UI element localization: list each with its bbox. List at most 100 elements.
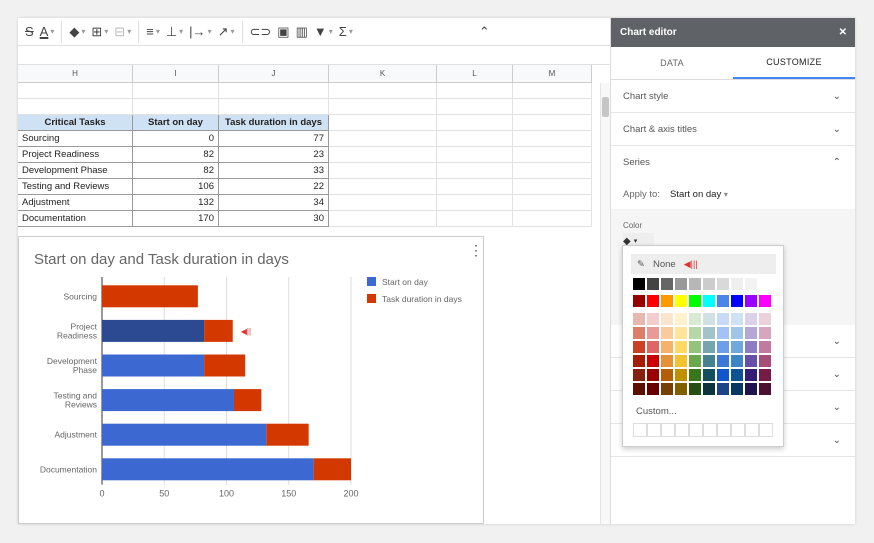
custom-color-slot[interactable] <box>717 423 731 437</box>
color-swatch[interactable] <box>731 295 743 307</box>
color-swatch[interactable] <box>745 313 757 325</box>
color-swatch[interactable] <box>647 383 659 395</box>
section-chart-style[interactable]: Chart style ⌄ <box>611 80 855 113</box>
color-swatch[interactable] <box>703 355 715 367</box>
color-swatch[interactable] <box>745 383 757 395</box>
table-cell[interactable] <box>513 131 592 147</box>
color-swatch[interactable] <box>759 369 771 381</box>
filter-icon[interactable]: ▼ ▾ <box>311 22 336 42</box>
bar-task-duration-in-days[interactable] <box>204 354 246 377</box>
formula-bar[interactable] <box>18 46 610 65</box>
horizontal-align-icon[interactable]: ≡ ▾ <box>143 22 163 42</box>
table-cell[interactable] <box>437 147 513 163</box>
table-cell[interactable] <box>133 99 219 115</box>
borders-icon[interactable]: ⊞ ▾ <box>88 22 111 42</box>
color-swatch[interactable] <box>759 383 771 395</box>
color-swatch[interactable] <box>689 327 701 339</box>
color-swatch[interactable] <box>745 327 757 339</box>
table-header-cell[interactable]: Critical Tasks <box>18 115 133 131</box>
none-color-option[interactable]: ✎ None ◀||| <box>631 254 776 274</box>
table-cell[interactable]: 170 <box>133 211 219 227</box>
custom-color-link[interactable]: Custom... <box>636 406 677 417</box>
color-swatch[interactable] <box>633 313 645 325</box>
color-swatch[interactable] <box>675 383 687 395</box>
tab-customize[interactable]: CUSTOMIZE <box>733 47 855 79</box>
color-swatch[interactable] <box>731 313 743 325</box>
table-cell[interactable]: Adjustment <box>18 195 133 211</box>
color-swatch[interactable] <box>717 355 729 367</box>
table-cell[interactable] <box>513 163 592 179</box>
table-cell[interactable]: 77 <box>219 131 329 147</box>
custom-color-slot[interactable] <box>661 423 675 437</box>
color-swatch[interactable] <box>633 295 645 307</box>
color-swatch[interactable] <box>633 327 645 339</box>
table-cell[interactable] <box>437 179 513 195</box>
color-swatch[interactable] <box>703 278 715 290</box>
text-color-icon[interactable]: A ▾ <box>37 22 58 42</box>
color-swatch[interactable] <box>717 383 729 395</box>
bar-start-on-day[interactable] <box>102 389 234 412</box>
color-swatch[interactable] <box>731 327 743 339</box>
table-cell[interactable] <box>437 99 513 115</box>
color-swatch[interactable] <box>759 355 771 367</box>
table-cell[interactable] <box>329 99 437 115</box>
comment-icon[interactable]: ▣ <box>274 22 292 42</box>
color-swatch[interactable] <box>745 278 757 290</box>
table-cell[interactable]: 0 <box>133 131 219 147</box>
table-cell[interactable] <box>513 83 592 99</box>
table-cell[interactable] <box>219 83 329 99</box>
color-swatch[interactable] <box>689 383 701 395</box>
bar-task-duration-in-days[interactable] <box>102 285 198 308</box>
color-swatch[interactable] <box>745 369 757 381</box>
strikethrough-icon[interactable]: S <box>22 22 37 42</box>
color-swatch[interactable] <box>759 327 771 339</box>
bar-start-on-day[interactable] <box>102 458 314 481</box>
color-swatch[interactable] <box>717 295 729 307</box>
custom-color-slot[interactable] <box>703 423 717 437</box>
color-swatch[interactable] <box>647 355 659 367</box>
table-cell[interactable] <box>513 211 592 227</box>
color-swatch[interactable] <box>647 369 659 381</box>
table-cell[interactable] <box>437 163 513 179</box>
merge-cells-icon[interactable]: ⊟ ▾ <box>111 22 134 42</box>
color-swatch[interactable] <box>703 341 715 353</box>
column-header-J[interactable]: J <box>219 65 329 83</box>
custom-color-slot[interactable] <box>731 423 745 437</box>
table-cell[interactable]: 33 <box>219 163 329 179</box>
custom-color-slot[interactable] <box>675 423 689 437</box>
color-swatch[interactable] <box>717 313 729 325</box>
close-icon[interactable]: ✕ <box>839 27 847 38</box>
table-cell[interactable]: 22 <box>219 179 329 195</box>
chart-icon[interactable]: ▥ <box>293 22 311 42</box>
color-swatch[interactable] <box>661 341 673 353</box>
color-swatch[interactable] <box>633 369 645 381</box>
table-header-cell[interactable]: Task duration in days <box>219 115 329 131</box>
color-swatch[interactable] <box>647 278 659 290</box>
color-swatch[interactable] <box>661 369 673 381</box>
color-swatch[interactable] <box>731 383 743 395</box>
color-swatch[interactable] <box>745 341 757 353</box>
color-swatch[interactable] <box>703 383 715 395</box>
column-header-M[interactable]: M <box>513 65 592 83</box>
table-cell[interactable]: Testing and Reviews <box>18 179 133 195</box>
color-swatch[interactable] <box>689 313 701 325</box>
custom-color-slot[interactable] <box>745 423 759 437</box>
bar-task-duration-in-days[interactable] <box>233 389 262 412</box>
color-swatch[interactable] <box>647 341 659 353</box>
custom-color-slot[interactable] <box>759 423 773 437</box>
table-cell[interactable] <box>513 99 592 115</box>
column-header-L[interactable]: L <box>437 65 513 83</box>
color-swatch[interactable] <box>661 355 673 367</box>
fill-color-icon[interactable]: ◆ ▾ <box>66 22 88 42</box>
table-cell[interactable]: 82 <box>133 163 219 179</box>
color-swatch[interactable] <box>675 327 687 339</box>
table-cell[interactable]: 34 <box>219 195 329 211</box>
table-cell[interactable] <box>437 83 513 99</box>
color-swatch[interactable] <box>731 369 743 381</box>
table-cell[interactable]: Development Phase <box>18 163 133 179</box>
table-cell[interactable]: 82 <box>133 147 219 163</box>
link-icon[interactable]: ⊂⊃ <box>247 22 275 42</box>
table-cell[interactable]: 23 <box>219 147 329 163</box>
chart[interactable]: Start on day and Task duration in days ⋮ 0… <box>18 236 484 524</box>
table-header-cell[interactable]: Start on day <box>133 115 219 131</box>
